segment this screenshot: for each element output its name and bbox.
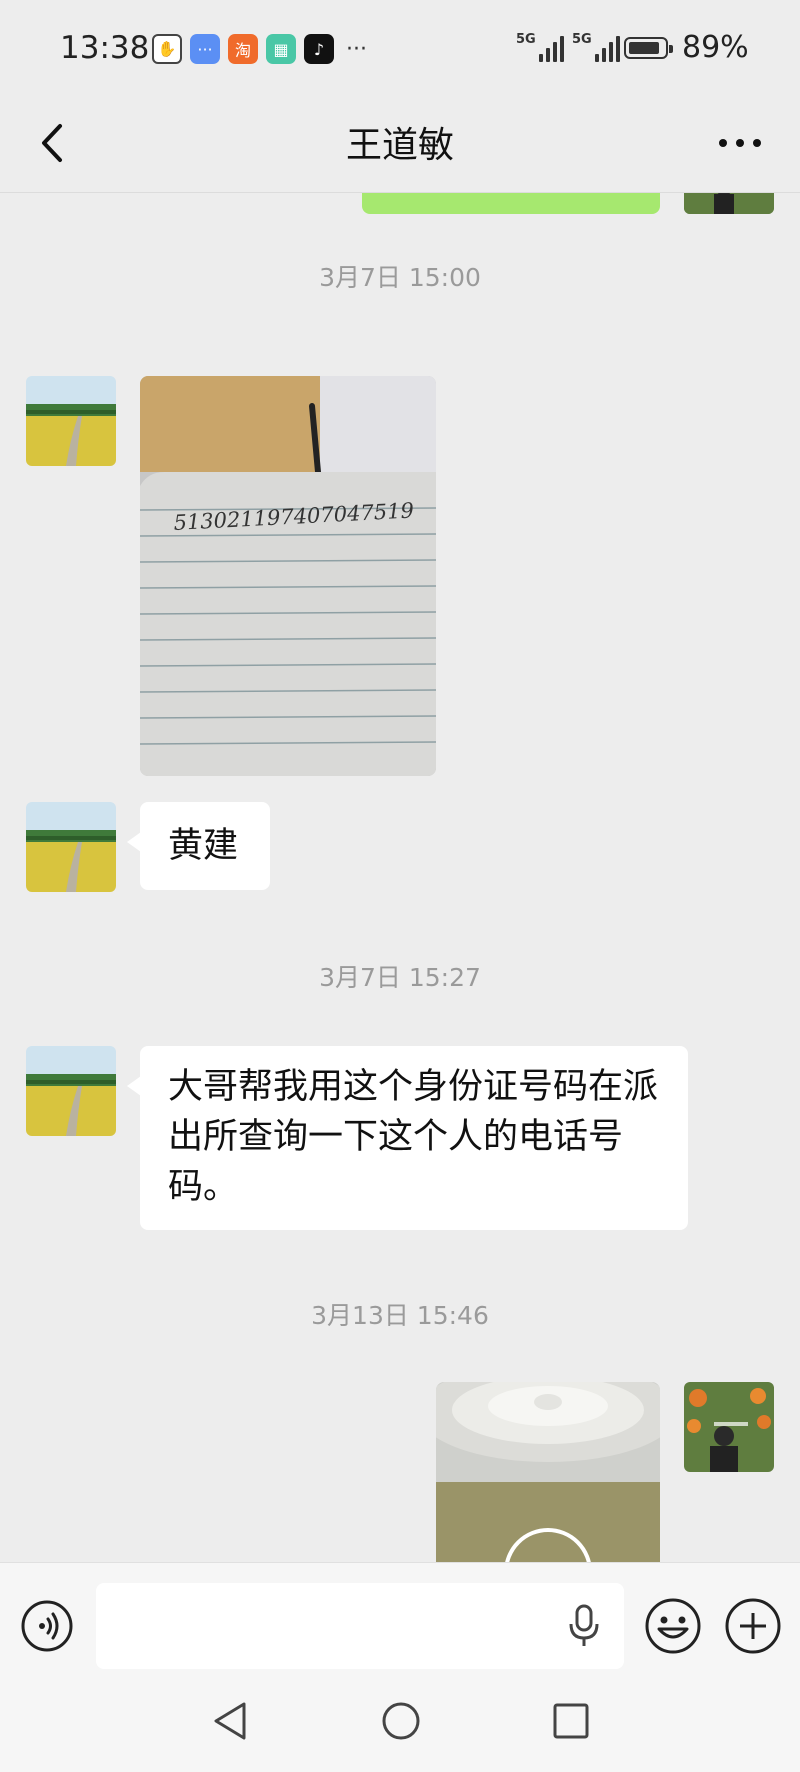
self-avatar[interactable] (684, 192, 774, 214)
voice-mode-icon[interactable] (20, 1599, 74, 1653)
signal-label: 5G (516, 32, 536, 47)
contact-avatar[interactable] (26, 1046, 116, 1136)
status-bar: 13:38 ✋ ··· 淘 ▦ ♪ ··· 5G 5G 89% (0, 0, 800, 96)
input-bar (0, 1562, 800, 1673)
message-text: 大哥帮我用这个身份证号码在派出所查询一下这个人的电话号码。 (168, 1067, 659, 1207)
plus-icon[interactable] (724, 1597, 782, 1655)
signal-label: 5G (572, 32, 592, 47)
message-list[interactable]: 3月7日 15:00 513021197407047519 黄建 3月7日 15… (0, 192, 800, 1562)
nav-home-icon[interactable] (376, 1696, 426, 1746)
taobao-icon: 淘 (228, 34, 258, 64)
contact-avatar[interactable] (26, 802, 116, 892)
timestamp: 3月7日 15:27 (319, 963, 481, 992)
nav-back-icon[interactable] (206, 1696, 256, 1746)
microphone-icon[interactable] (566, 1603, 602, 1649)
video-message[interactable] (436, 1382, 660, 1562)
signal-icon: 5G (572, 32, 620, 62)
chat-header: 王道敏 (0, 96, 800, 193)
blocked-hand-icon: ✋ (152, 34, 182, 64)
image-message[interactable]: 513021197407047519 (140, 376, 436, 776)
signal-icon: 5G (516, 32, 564, 62)
tiktok-icon: ♪ (304, 34, 334, 64)
chat-title: 王道敏 (345, 125, 454, 166)
more-dots-icon[interactable] (710, 118, 770, 168)
system-nav-bar (0, 1672, 800, 1772)
more-notifications: ··· (346, 36, 367, 62)
message-input[interactable] (96, 1583, 624, 1669)
emoji-icon[interactable] (644, 1597, 702, 1655)
timestamp: 3月13日 15:46 (311, 1301, 489, 1330)
battery-icon (624, 37, 673, 59)
message-text: 黄建 (168, 826, 239, 866)
battery-percent: 89% (682, 30, 749, 65)
message-app-icon: ··· (190, 34, 220, 64)
calendar-app-icon: ▦ (266, 34, 296, 64)
contact-avatar[interactable] (26, 376, 116, 466)
contact-text-bubble[interactable]: 大哥帮我用这个身份证号码在派出所查询一下这个人的电话号码。 (127, 1046, 688, 1230)
self-message-bubble[interactable] (362, 192, 660, 214)
status-time: 13:38 (60, 30, 150, 66)
timestamp: 3月7日 15:00 (319, 263, 481, 292)
notification-icons: ✋ ··· 淘 ▦ ♪ ··· (152, 34, 367, 64)
self-avatar[interactable] (684, 1382, 774, 1472)
nav-recent-icon[interactable] (546, 1696, 596, 1746)
contact-text-bubble[interactable]: 黄建 (127, 802, 270, 890)
